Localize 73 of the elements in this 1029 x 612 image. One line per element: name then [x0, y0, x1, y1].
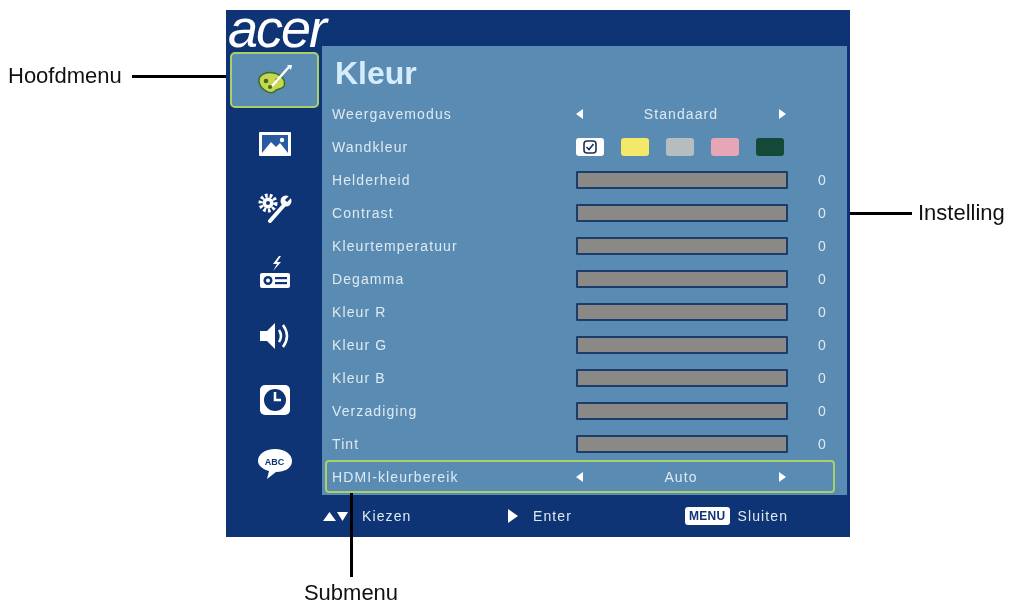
up-down-arrows-icon [323, 510, 348, 522]
row-label: Kleur R [332, 302, 387, 321]
option-value: Auto [664, 467, 698, 486]
right-arrow-icon [508, 509, 518, 523]
menu-row[interactable]: Verzadiging 0 [325, 394, 835, 427]
row-label: Helderheid [332, 170, 411, 189]
slider-value: 0 [818, 401, 827, 420]
slider-track[interactable] [576, 401, 788, 420]
slider-track[interactable] [576, 203, 788, 222]
left-arrow-icon [576, 471, 583, 482]
slider-value: 0 [818, 203, 827, 222]
menu-row[interactable]: HDMI-kleurbereik Auto [325, 460, 835, 493]
slider-value: 0 [818, 368, 827, 387]
menu-title: Kleur [335, 54, 417, 93]
slider-track[interactable] [576, 368, 788, 387]
callout-line [850, 211, 912, 215]
slider-value: 0 [818, 335, 827, 354]
callout-label: Instelling [918, 201, 1005, 225]
menu-row[interactable]: Wandkleur [325, 130, 835, 163]
row-label: Degamma [332, 269, 405, 288]
slider-value: 0 [818, 434, 827, 453]
hint-label: Sluiten [737, 507, 789, 525]
callout-label: Submenu [303, 581, 399, 605]
row-label: HDMI-kleurbereik [332, 467, 459, 486]
picture-icon [258, 132, 291, 156]
checked-swatch-icon[interactable] [576, 137, 604, 156]
gear-wrench-icon [257, 193, 292, 223]
right-arrow-icon [779, 108, 786, 119]
row-label: Kleur G [332, 335, 388, 354]
menu-row[interactable]: Weergavemodus Standaard [325, 97, 835, 130]
menu-row[interactable]: Kleurtemperatuur 0 [325, 229, 835, 262]
menu-row[interactable]: Kleur B 0 [325, 361, 835, 394]
projector-icon [259, 256, 290, 288]
row-label: Weergavemodus [332, 104, 452, 123]
option-value: Standaard [643, 104, 719, 123]
brand-logo: acer [228, 10, 326, 46]
menu-row[interactable]: Helderheid 0 [325, 163, 835, 196]
row-label: Wandkleur [332, 137, 409, 156]
slider-track[interactable] [576, 236, 788, 255]
swatch-icon[interactable] [756, 137, 784, 156]
speech-bubble-icon [257, 449, 292, 479]
row-label: Tint [332, 434, 360, 453]
row-label: Verzadiging [332, 401, 418, 420]
hint-label: Enter [533, 507, 572, 525]
swatch-icon[interactable] [666, 137, 694, 156]
menu-key: MENU [685, 507, 730, 525]
menu-tab[interactable]: ABC [230, 436, 319, 492]
row-label: Kleur B [332, 368, 386, 387]
menu-row[interactable]: Kleur R 0 [325, 295, 835, 328]
slider-track[interactable] [576, 302, 788, 321]
palette-brush-icon [257, 65, 292, 95]
slider-value: 0 [818, 269, 827, 288]
menu-row[interactable]: Kleur G 0 [325, 328, 835, 361]
slider-track[interactable] [576, 170, 788, 189]
swatch-icon[interactable] [711, 137, 739, 156]
slider-track[interactable] [576, 434, 788, 453]
hint-label: Kiezen [362, 507, 412, 525]
left-arrow-icon [576, 108, 583, 119]
speaker-icon [259, 322, 290, 350]
slider-value: 0 [818, 236, 827, 255]
menu-row[interactable]: Tint 0 [325, 427, 835, 460]
row-label: Contrast [332, 203, 394, 222]
menu-row[interactable]: Degamma 0 [325, 262, 835, 295]
slider-value: 0 [818, 302, 827, 321]
swatch-icon[interactable] [621, 137, 649, 156]
slider-track[interactable] [576, 269, 788, 288]
slider-value: 0 [818, 170, 827, 189]
slider-track[interactable] [576, 335, 788, 354]
clock-icon [259, 385, 290, 415]
menu-row[interactable]: Contrast 0 [325, 196, 835, 229]
right-arrow-icon [779, 471, 786, 482]
row-label: Kleurtemperatuur [332, 236, 458, 255]
callout-label: Hoofdmenu [8, 64, 122, 88]
